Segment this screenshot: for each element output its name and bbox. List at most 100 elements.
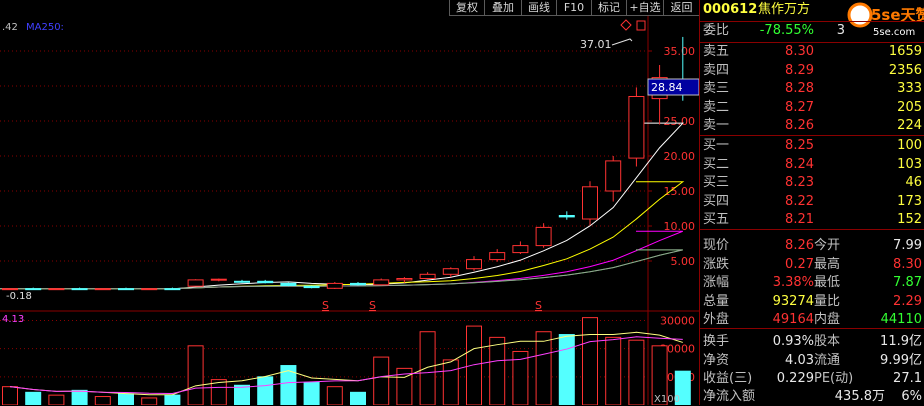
candle-body: [257, 280, 274, 284]
toolbar-back-button[interactable]: 返回: [663, 0, 700, 16]
stat-value-2: 7.99: [893, 238, 922, 253]
buy-level-label: 买一: [703, 138, 730, 153]
candle-body: [326, 282, 343, 289]
chart-toolbar: 复权 叠加 画线 F10 标记 +自选 返回: [0, 0, 700, 16]
volume-bar: [234, 384, 250, 405]
sell-level-label: 卖三: [703, 81, 730, 96]
candle: [605, 156, 622, 202]
candle: [535, 223, 552, 248]
candle: [489, 249, 506, 262]
fundamental-label: 收益(三): [703, 371, 753, 386]
candle-body: [280, 282, 297, 286]
candle-body: [489, 252, 506, 261]
stat-label: 外盘: [703, 312, 730, 327]
ma-indicator-value: .42: [2, 22, 18, 33]
buy-level-price: 8.21: [785, 212, 814, 227]
stat-value-2: 7.87: [893, 275, 922, 290]
net-inflow-row: 净流入额 435.8万 6%: [700, 388, 924, 406]
toolbar-draw-line-button[interactable]: 画线: [521, 0, 557, 16]
toolbar-f10-button[interactable]: F10: [556, 0, 592, 16]
buy-level-row: 买一 8.25 100: [700, 137, 924, 155]
buy-level-row: 买三 8.23 46: [700, 174, 924, 192]
candle: [373, 278, 390, 286]
candle: [350, 282, 366, 286]
net-inflow-value: 435.8万: [834, 389, 885, 404]
candle-body: [466, 259, 482, 270]
sell-level-label: 卖五: [703, 44, 730, 59]
sell-level-volume: 333: [897, 81, 922, 96]
candle: [257, 279, 274, 284]
toolbar-add-watchlist-button[interactable]: +自选: [626, 0, 664, 16]
stat-label-2: 内盘: [814, 312, 841, 327]
toolbar-overlay-button[interactable]: 叠加: [484, 0, 522, 16]
volume-bar: [164, 394, 181, 405]
sell-level-price: 8.29: [785, 62, 814, 78]
stat-label: 总量: [703, 293, 730, 309]
candle-body: [141, 288, 158, 291]
volume-indicator-value: 4.13: [2, 314, 24, 325]
kline-chart[interactable]: 35.0030.0025.0020.0015.0010.005.00 30000…: [0, 16, 699, 405]
toolbar-restore-rights-button[interactable]: 复权: [449, 0, 485, 16]
sell-level-row: 卖三 8.28 333: [700, 80, 924, 98]
toolbar-mark-button[interactable]: 标记: [591, 0, 627, 16]
volume-bar: [2, 386, 18, 405]
volume-bar: [94, 396, 111, 405]
volume-bar: [350, 391, 366, 405]
volume-bar: [442, 359, 459, 405]
stat-value: 8.26: [785, 238, 814, 253]
candle: [187, 279, 204, 287]
candlestick-series: [2, 36, 691, 291]
diamond-icon: [620, 19, 632, 31]
candle-body: [187, 279, 204, 287]
fundamental-label: 换手: [703, 334, 730, 349]
volume-bar: [605, 336, 622, 405]
window-icon[interactable]: [636, 20, 646, 31]
candle: [326, 282, 343, 289]
candle-body: [350, 282, 366, 286]
stat-row: 总量 93274 量比 2.29: [700, 293, 924, 311]
fundamental-label-2: PE(动): [814, 371, 854, 386]
candle: [25, 287, 42, 291]
volume-bar: [582, 317, 598, 405]
fundamental-row: 收益(三) 0.229 PE(动) 27.1: [700, 370, 924, 388]
volume-bar: [326, 386, 343, 405]
buy-level-label: 买五: [703, 212, 730, 227]
buy-level-volume: 100: [897, 138, 922, 153]
volume-bar: [48, 394, 65, 405]
candle-body: [582, 186, 598, 220]
buy-level-volume: 152: [897, 212, 922, 227]
stat-value: 93274: [772, 293, 814, 309]
current-price-tag: 28.84: [651, 81, 683, 94]
volume-unit-label: X100: [654, 394, 680, 405]
buy-level-row: 买二 8.24 103: [700, 156, 924, 174]
buy-level-row: 买五 8.21 152: [700, 211, 924, 229]
candle-body: [535, 226, 552, 247]
stat-label: 现价: [703, 238, 730, 253]
candle-body: [442, 268, 459, 275]
sell-level-volume: 205: [897, 99, 922, 115]
stat-label-2: 最低: [814, 275, 841, 290]
low-price-annotation: -0.18: [6, 291, 32, 302]
sell-level-price: 8.26: [785, 118, 814, 133]
candle: [303, 285, 320, 289]
volume-bar: [141, 397, 158, 405]
sell-level-volume: 1659: [888, 44, 922, 59]
sell-level-price: 8.28: [785, 81, 814, 96]
buy-level-price: 8.23: [785, 175, 814, 190]
moving-average-lines: [0, 122, 685, 290]
fundamental-row: 换手 0.93% 股本 11.9亿: [700, 333, 924, 351]
volume-ma5-line: [9, 331, 683, 396]
candle-body: [71, 288, 88, 291]
stat-row: 外盘 49164 内盘 44110: [700, 311, 924, 329]
candle: [94, 288, 111, 291]
buy-level-label: 买二: [703, 156, 730, 172]
price-tick-label: 5.00: [671, 255, 696, 268]
high-price-annotation: 37.01: [580, 38, 612, 51]
candle-body: [512, 245, 529, 254]
candle-body: [2, 288, 18, 291]
stat-label-2: 量比: [814, 293, 841, 309]
candle: [71, 287, 88, 291]
buy-level-volume: 173: [897, 193, 922, 209]
buy-level-row: 买四 8.22 173: [700, 193, 924, 211]
ma20-line: [0, 230, 683, 290]
